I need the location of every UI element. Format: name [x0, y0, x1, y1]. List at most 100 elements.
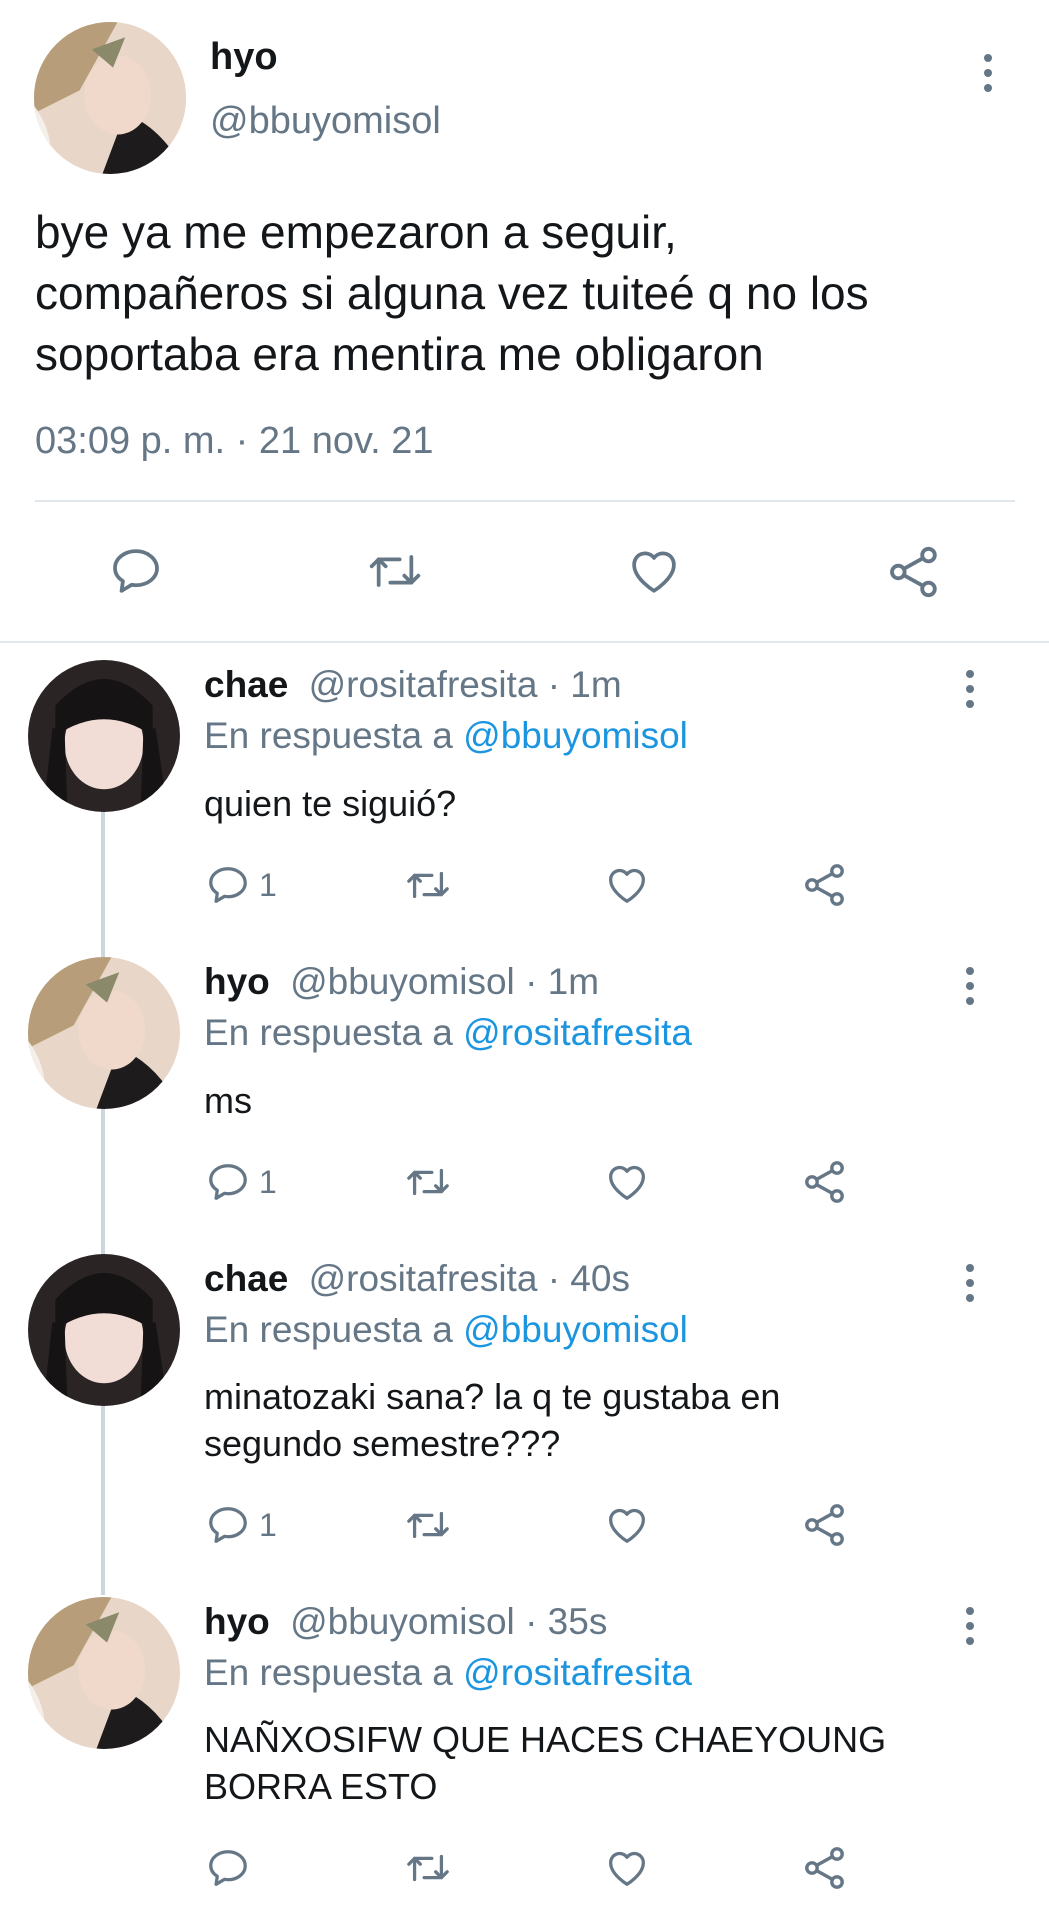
reply-context: En respuesta a @bbuyomisol: [204, 1309, 688, 1351]
retweet-button[interactable]: [402, 1159, 454, 1205]
author-name[interactable]: hyo: [204, 961, 270, 1002]
author-name[interactable]: hyo: [204, 1601, 270, 1642]
avatar[interactable]: [28, 660, 180, 812]
reply-icon: [209, 1850, 247, 1886]
retweet-button[interactable]: [402, 862, 454, 908]
author-name[interactable]: chae: [204, 664, 288, 705]
heart-icon: [609, 1508, 645, 1543]
reply-prefix: En respuesta a: [204, 1309, 453, 1350]
tweet-text-line: compañeros si alguna vez tuiteé q no los: [35, 267, 869, 319]
reply-text: NAÑXOSIFW QUE HACES CHAEYOUNG BORRA ESTO: [204, 1716, 886, 1810]
reply-text-line: NAÑXOSIFW QUE HACES CHAEYOUNG: [204, 1719, 887, 1760]
reply-text: minatozaki sana? la q te gustaba en segu…: [204, 1373, 780, 1467]
avatar[interactable]: [28, 957, 180, 1109]
reply-icon: [209, 867, 247, 903]
reply-button[interactable]: [205, 1845, 251, 1891]
reply-button[interactable]: 1: [205, 1159, 277, 1205]
share-button[interactable]: [801, 1501, 849, 1549]
tweet-timestamp[interactable]: 03:09 p. m. · 21 nov. 21: [35, 420, 434, 463]
reply-text: quien te siguió?: [204, 780, 456, 827]
share-icon: [890, 546, 937, 598]
retweet-button[interactable]: [402, 1502, 454, 1548]
reply-button[interactable]: 1: [205, 862, 277, 908]
reply-text-line: ms: [204, 1080, 252, 1121]
avatar[interactable]: [34, 22, 186, 174]
like-button[interactable]: [603, 1159, 651, 1205]
reply-button[interactable]: 1: [205, 1502, 277, 1548]
retweet-icon: [369, 555, 421, 587]
avatar-image: [28, 660, 180, 812]
reply-text-line: quien te siguió?: [204, 783, 457, 824]
reply-context: En respuesta a @bbuyomisol: [204, 715, 688, 757]
avatar[interactable]: [28, 1254, 180, 1406]
reply-icon: [209, 1507, 247, 1543]
more-vertical-icon[interactable]: [955, 1601, 985, 1651]
more-vertical-icon[interactable]: [955, 961, 985, 1011]
reply-context: En respuesta a @rositafresita: [204, 1012, 692, 1054]
section-divider: [0, 641, 1049, 643]
reply-button[interactable]: [108, 543, 164, 599]
more-vertical-icon[interactable]: [955, 664, 985, 714]
share-button[interactable]: [801, 1158, 849, 1206]
reply-to-mention[interactable]: @bbuyomisol: [463, 1309, 688, 1350]
author-name[interactable]: chae: [204, 1258, 288, 1299]
retweet-button[interactable]: [364, 543, 426, 599]
share-button[interactable]: [885, 543, 943, 601]
reply-prefix: En respuesta a: [204, 1652, 453, 1693]
author-handle[interactable]: @rositafresita: [309, 664, 538, 705]
like-button[interactable]: [625, 543, 683, 599]
share-button[interactable]: [801, 1844, 849, 1892]
share-button[interactable]: [801, 861, 849, 909]
avatar-image: [28, 957, 180, 1109]
tweet-text-line: soportaba era mentira me obligaron: [35, 328, 764, 380]
heart-icon: [609, 1165, 645, 1200]
reply-header: hyo @bbuyomisol · 35s: [204, 1601, 607, 1643]
divider: [35, 500, 1015, 502]
retweet-icon: [407, 871, 449, 899]
author-handle[interactable]: @rositafresita: [309, 1258, 538, 1299]
author-name[interactable]: hyo: [210, 36, 278, 79]
reply-to-mention[interactable]: @rositafresita: [463, 1652, 692, 1693]
reply-context: En respuesta a @rositafresita: [204, 1652, 692, 1694]
reply-time: · 1m: [547, 664, 622, 705]
reply-prefix: En respuesta a: [204, 1012, 453, 1053]
heart-icon: [632, 551, 676, 593]
like-button[interactable]: [603, 1845, 651, 1891]
reply-count: 1: [259, 1163, 277, 1200]
thread-line: [101, 805, 105, 1595]
tweet-text-line: bye ya me empezaron a seguir,: [35, 206, 677, 258]
reply-time: · 35s: [525, 1601, 608, 1642]
retweet-button[interactable]: [402, 1845, 454, 1891]
reply-count: 1: [259, 866, 277, 903]
tweet-text: bye ya me empezaron a seguir, compañeros…: [35, 202, 1025, 385]
reply-icon: [209, 1164, 247, 1200]
avatar[interactable]: [28, 1597, 180, 1749]
share-icon: [805, 864, 844, 906]
reply-text-line: segundo semestre???: [204, 1423, 561, 1464]
reply-to-mention[interactable]: @bbuyomisol: [463, 715, 688, 756]
like-button[interactable]: [603, 1502, 651, 1548]
more-vertical-icon[interactable]: [955, 1258, 985, 1308]
avatar-image: [34, 22, 186, 174]
heart-icon: [609, 868, 645, 903]
like-button[interactable]: [603, 862, 651, 908]
share-icon: [805, 1847, 844, 1889]
retweet-icon: [407, 1511, 449, 1539]
retweet-icon: [407, 1854, 449, 1882]
reply-prefix: En respuesta a: [204, 715, 453, 756]
reply-text: ms: [204, 1077, 252, 1124]
author-handle[interactable]: @bbuyomisol: [210, 100, 441, 143]
reply-header: chae @rositafresita · 40s: [204, 1258, 630, 1300]
heart-icon: [609, 1851, 645, 1886]
avatar-image: [28, 1254, 180, 1406]
author-handle[interactable]: @bbuyomisol: [290, 1601, 515, 1642]
author-handle[interactable]: @bbuyomisol: [290, 961, 515, 1002]
reply-time: · 1m: [525, 961, 600, 1002]
reply-to-mention[interactable]: @rositafresita: [463, 1012, 692, 1053]
more-vertical-icon[interactable]: [973, 48, 1003, 98]
share-icon: [805, 1504, 844, 1546]
reply-text-line: minatozaki sana? la q te gustaba en: [204, 1376, 781, 1417]
reply-text-line: BORRA ESTO: [204, 1766, 438, 1807]
reply-header: chae @rositafresita · 1m: [204, 664, 622, 706]
avatar-image: [28, 1597, 180, 1749]
